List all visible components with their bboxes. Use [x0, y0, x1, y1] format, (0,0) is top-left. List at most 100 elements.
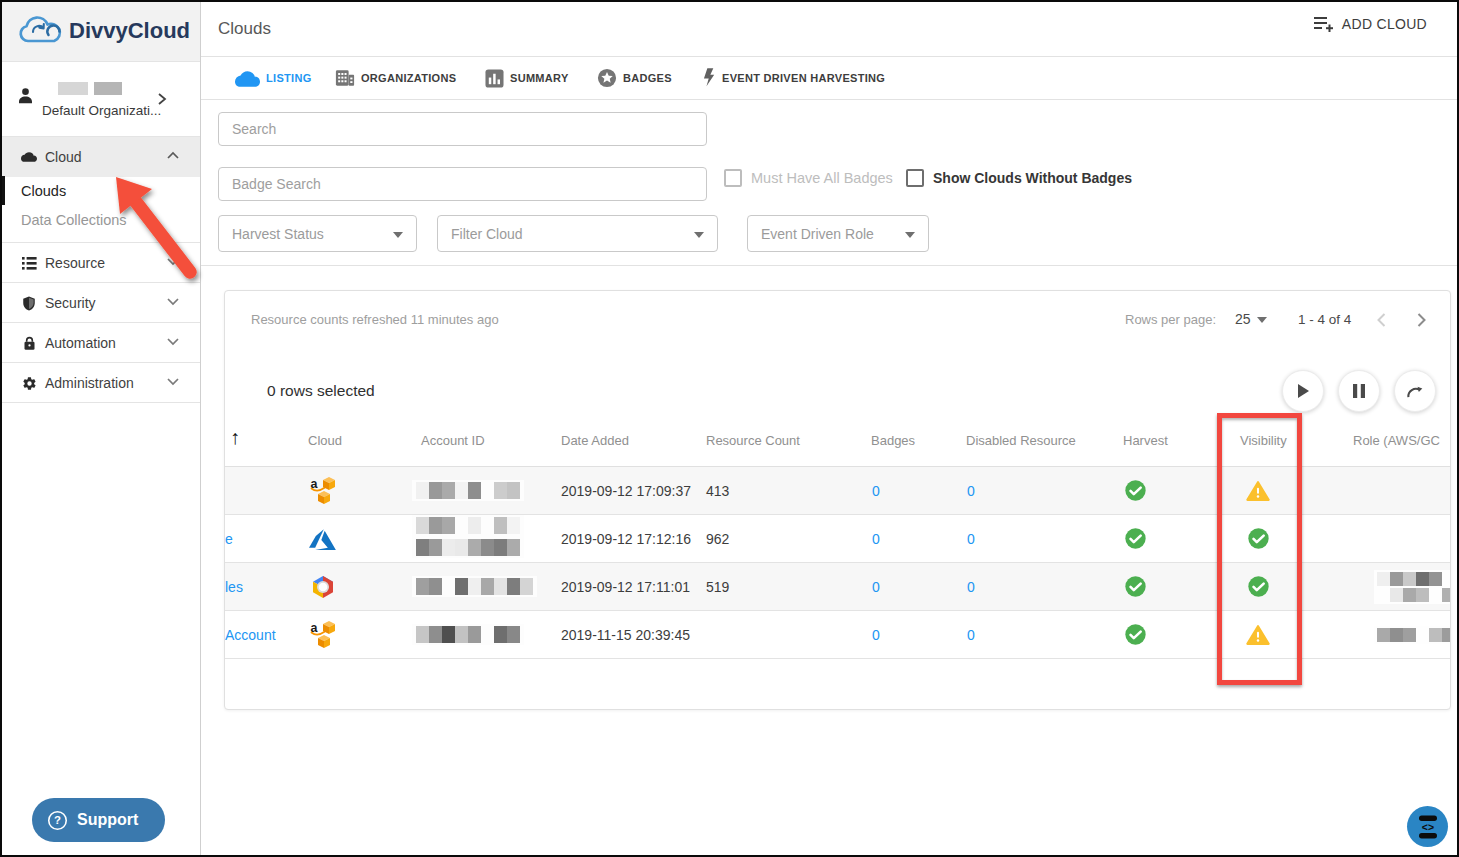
resource-count-cell: 519 — [706, 563, 729, 610]
chevron-right-icon — [156, 92, 168, 106]
chevron-down-icon — [166, 257, 180, 266]
sidebar-item-clouds[interactable]: Clouds — [0, 176, 200, 205]
dev-widget-button[interactable]: <> — [1407, 806, 1448, 847]
help-icon: ? — [47, 810, 68, 831]
gear-icon — [21, 376, 37, 391]
page-title: Clouds — [218, 19, 271, 39]
gcp-icon — [310, 575, 336, 599]
lock-icon — [21, 336, 37, 351]
sidebar-item-security[interactable]: Security — [0, 283, 200, 323]
chevron-down-icon — [166, 377, 180, 386]
column-header-account-id[interactable]: Account ID — [421, 433, 485, 448]
playlist-add-icon — [1313, 15, 1335, 33]
must-have-all-badges-label: Must Have All Badges — [751, 170, 893, 186]
cloud-provider-icon: a — [309, 467, 337, 514]
column-header-resource-count[interactable]: Resource Count — [706, 433, 800, 448]
cloud-name-link[interactable]: les — [225, 579, 243, 595]
disabled-resource-link[interactable]: 0 — [967, 627, 975, 643]
svg-text:?: ? — [54, 814, 61, 826]
organization-icon — [335, 69, 355, 87]
badge-search-input[interactable] — [218, 167, 707, 201]
badges-link[interactable]: 0 — [872, 627, 880, 643]
show-clouds-without-badges-checkbox[interactable] — [906, 169, 924, 187]
badges-link[interactable]: 0 — [872, 483, 880, 499]
previous-page-button[interactable] — [1376, 312, 1387, 328]
caret-down-icon — [694, 232, 704, 238]
role-redacted — [1374, 563, 1451, 610]
cloud-provider-icon: a — [309, 611, 337, 658]
column-header-date-added[interactable]: Date Added — [561, 433, 629, 448]
play-icon — [1296, 383, 1310, 399]
rows-per-page-value[interactable]: 25 — [1235, 311, 1251, 327]
harvest-status-icon — [1123, 515, 1147, 562]
badges-link[interactable]: 0 — [872, 579, 880, 595]
cloud-name-link[interactable]: Account — [225, 627, 276, 643]
harvest-status-icon — [1123, 467, 1147, 514]
badges-link[interactable]: 0 — [872, 531, 880, 547]
date-added-cell: 2019-09-12 17:12:16 — [561, 515, 691, 562]
org-selector[interactable]: Default Organizati... — [0, 62, 200, 137]
account-id-redacted — [412, 515, 524, 562]
caret-down-icon — [905, 232, 915, 238]
date-added-cell: 2019-09-12 17:09:37 — [561, 467, 691, 514]
refresh-status-text: Resource counts refreshed 11 minutes ago — [251, 312, 499, 327]
sidebar-item-administration[interactable]: Administration — [0, 363, 200, 403]
must-have-all-badges-checkbox[interactable] — [724, 169, 742, 187]
column-header-disabled-resource[interactable]: Disabled Resource — [966, 433, 1076, 448]
brand-logo: DivvyCloud — [0, 0, 200, 62]
disabled-resource-link[interactable]: 0 — [967, 531, 975, 547]
lightning-icon — [703, 68, 716, 88]
azure-icon — [309, 526, 337, 551]
filter-cloud-dropdown[interactable]: Filter Cloud — [437, 215, 718, 252]
cloud-name-link[interactable]: e — [225, 531, 233, 547]
resource-icon — [21, 257, 37, 270]
sidebar-item-cloud[interactable]: Cloud — [0, 137, 200, 177]
disabled-resource-link[interactable]: 0 — [967, 483, 975, 499]
annotation-highlight-box — [1217, 413, 1302, 685]
aws-icon: a — [310, 621, 337, 649]
org-name: Default Organizati... — [42, 103, 161, 118]
column-header-badges[interactable]: Badges — [871, 433, 915, 448]
tab-summary[interactable]: SUMMARY — [485, 57, 569, 99]
event-driven-role-dropdown[interactable]: Event Driven Role — [747, 215, 929, 252]
account-id-redacted — [412, 611, 524, 658]
tab-badges[interactable]: BADGES — [597, 57, 672, 99]
add-cloud-button[interactable]: ADD CLOUD — [1313, 15, 1427, 33]
bar-chart-icon — [485, 69, 504, 88]
column-header-role[interactable]: Role (AWS/GC — [1353, 433, 1440, 448]
column-header-cloud[interactable]: Cloud — [308, 433, 342, 448]
active-indicator — [0, 176, 5, 205]
resume-harvest-button[interactable] — [1282, 370, 1324, 412]
harvest-status-dropdown[interactable]: Harvest Status — [218, 215, 417, 252]
cloud-icon — [21, 151, 37, 163]
column-header-harvest[interactable]: Harvest — [1123, 433, 1168, 448]
support-button[interactable]: ? Support — [32, 798, 165, 842]
badge-star-icon — [597, 68, 617, 88]
resource-count-cell: 962 — [706, 515, 729, 562]
search-input[interactable] — [218, 112, 707, 146]
sort-ascending-icon[interactable]: ↑ — [230, 426, 240, 449]
pause-harvest-button[interactable] — [1338, 370, 1380, 412]
chevron-down-icon — [166, 337, 180, 346]
caret-down-icon[interactable] — [1257, 317, 1267, 323]
tab-organizations[interactable]: ORGANIZATIONS — [335, 57, 456, 99]
sidebar-item-automation[interactable]: Automation — [0, 323, 200, 363]
date-added-cell: 2019-09-12 17:11:01 — [561, 563, 690, 610]
tab-event-driven-harvesting[interactable]: EVENT DRIVEN HARVESTING — [703, 57, 885, 99]
chevron-down-icon — [166, 297, 180, 306]
reharvest-button[interactable] — [1394, 370, 1436, 412]
date-added-cell: 2019-11-15 20:39:45 — [561, 611, 690, 658]
next-page-button[interactable] — [1416, 312, 1427, 328]
show-clouds-without-badges-label: Show Clouds Without Badges — [933, 170, 1132, 186]
tab-listing[interactable]: LISTING — [235, 57, 312, 99]
sidebar-item-resource[interactable]: Resource — [0, 243, 200, 283]
user-icon — [16, 86, 35, 106]
disabled-resource-link[interactable]: 0 — [967, 579, 975, 595]
code-widget-icon: <> — [1415, 814, 1441, 840]
shield-icon — [21, 296, 37, 311]
sidebar-item-data-collections[interactable]: Data Collections — [0, 205, 200, 234]
cloud-icon — [235, 70, 260, 87]
pagination-range: 1 - 4 of 4 — [1298, 312, 1351, 327]
chevron-up-icon — [166, 151, 180, 160]
support-label: Support — [77, 811, 138, 829]
